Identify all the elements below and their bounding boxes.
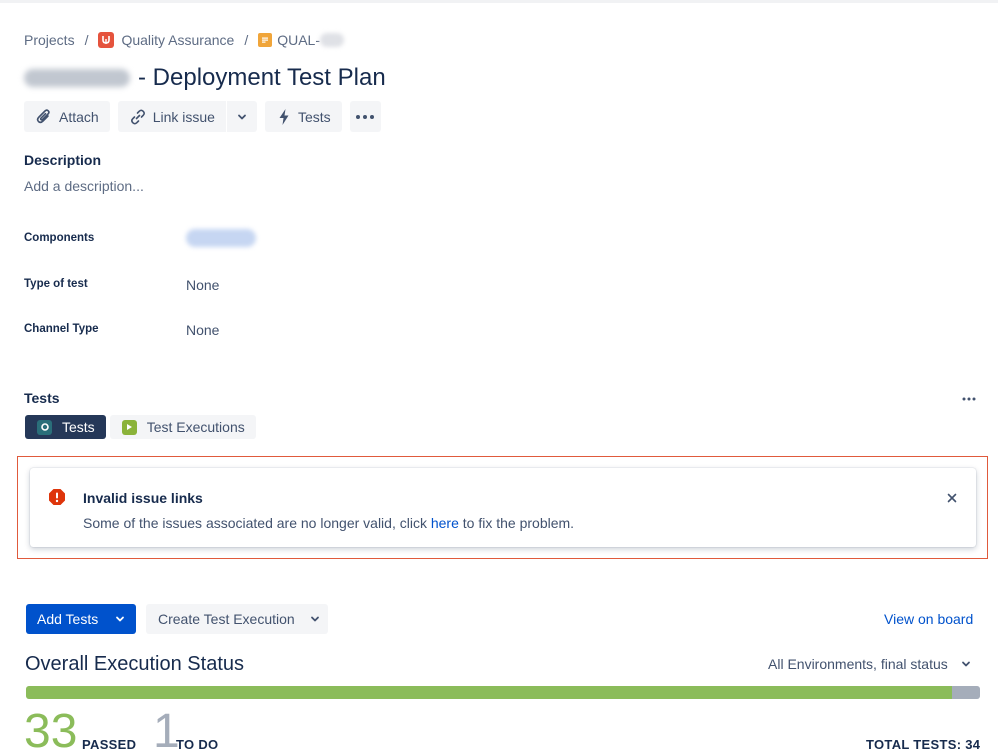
test-execution-icon [121, 419, 137, 435]
create-test-execution-label: Create Test Execution [158, 611, 295, 627]
attach-label: Attach [59, 108, 99, 125]
type-of-test-value[interactable]: None [186, 277, 219, 293]
components-label: Components [24, 232, 95, 244]
execution-progress-bar[interactable] [26, 686, 980, 699]
create-test-execution-button[interactable]: Create Test Execution [146, 604, 328, 634]
test-icon [37, 419, 52, 435]
more-actions-button[interactable] [349, 101, 381, 132]
chevron-down-icon [961, 661, 970, 667]
attach-button[interactable]: Attach [24, 101, 110, 132]
link-issue-group: Link issue [117, 101, 257, 132]
type-of-test-label: Type of test [24, 278, 88, 290]
chevron-down-icon [310, 616, 319, 622]
top-border [0, 0, 998, 3]
tests-panel-more-button[interactable] [958, 392, 980, 406]
error-icon [48, 488, 66, 511]
flag-title: Invalid issue links [83, 490, 203, 506]
lightning-icon [279, 108, 289, 125]
invalid-links-flag [30, 468, 976, 547]
breadcrumb-separator: / [84, 32, 89, 48]
close-flag-button[interactable] [944, 490, 960, 506]
link-issue-dropdown[interactable] [225, 101, 257, 132]
tab-test-executions-label: Test Executions [146, 419, 245, 435]
link-issue-button[interactable]: Link issue [117, 101, 226, 132]
link-icon [130, 109, 145, 124]
redacted-issue-number [320, 33, 344, 47]
add-tests-label: Add Tests [37, 611, 99, 627]
passed-count: 33 [24, 705, 78, 750]
add-tests-button[interactable]: Add Tests [26, 604, 136, 634]
tests-label: Tests [297, 108, 331, 125]
tab-test-executions[interactable]: Test Executions [109, 415, 256, 439]
description-heading: Description [24, 152, 102, 168]
close-icon [947, 493, 957, 503]
tests-button[interactable]: Tests [264, 101, 342, 132]
link-issue-label: Link issue [152, 108, 215, 125]
passed-label: PASSED [82, 737, 137, 750]
breadcrumb-separator: / [244, 32, 249, 48]
environment-select[interactable]: All Environments, final status [768, 656, 972, 672]
more-icon [356, 114, 375, 119]
progress-todo-segment[interactable] [951, 686, 980, 699]
breadcrumb-projects[interactable]: Projects [24, 32, 75, 48]
flag-message-start: Some of the issues associated are no lon… [83, 515, 431, 531]
breadcrumb-issue-key[interactable]: QUAL- [277, 32, 320, 48]
todo-label: TO DO [176, 737, 219, 750]
components-value[interactable] [186, 229, 256, 247]
issue-title-text: - Deployment Test Plan [138, 64, 386, 91]
chevron-down-icon [116, 616, 125, 622]
flag-message-end: to fix the problem. [458, 515, 575, 531]
tab-tests-label: Tests [62, 419, 95, 435]
total-tests-label: TOTAL TESTS: 34 [866, 737, 981, 750]
issue-toolbar: Attach Link issue Tests [24, 101, 381, 132]
issue-title[interactable]: - Deployment Test Plan [24, 62, 386, 94]
progress-passed-segment[interactable] [26, 686, 952, 699]
paperclip-icon [36, 108, 50, 123]
redacted-title-prefix [24, 69, 130, 87]
channel-type-value[interactable]: None [186, 322, 219, 338]
tab-tests[interactable]: Tests [25, 415, 106, 439]
environment-select-value: All Environments, final status [768, 656, 948, 672]
description-field[interactable]: Add a description... [24, 178, 144, 194]
project-avatar-icon [98, 32, 115, 48]
breadcrumb: Projects / Quality Assurance / QUAL- [24, 31, 344, 49]
test-plan-issue-icon [258, 33, 273, 47]
breadcrumb-project[interactable]: Quality Assurance [121, 32, 234, 48]
tests-view-switcher: Tests Test Executions [25, 415, 256, 439]
tests-heading: Tests [24, 390, 60, 406]
flag-message: Some of the issues associated are no lon… [83, 515, 574, 531]
overall-execution-heading: Overall Execution Status [25, 653, 244, 675]
view-on-board-link[interactable]: View on board [884, 611, 973, 627]
fix-links-link[interactable]: here [431, 515, 459, 531]
channel-type-label: Channel Type [24, 323, 99, 335]
more-icon [962, 397, 976, 401]
chevron-down-icon [238, 114, 246, 119]
